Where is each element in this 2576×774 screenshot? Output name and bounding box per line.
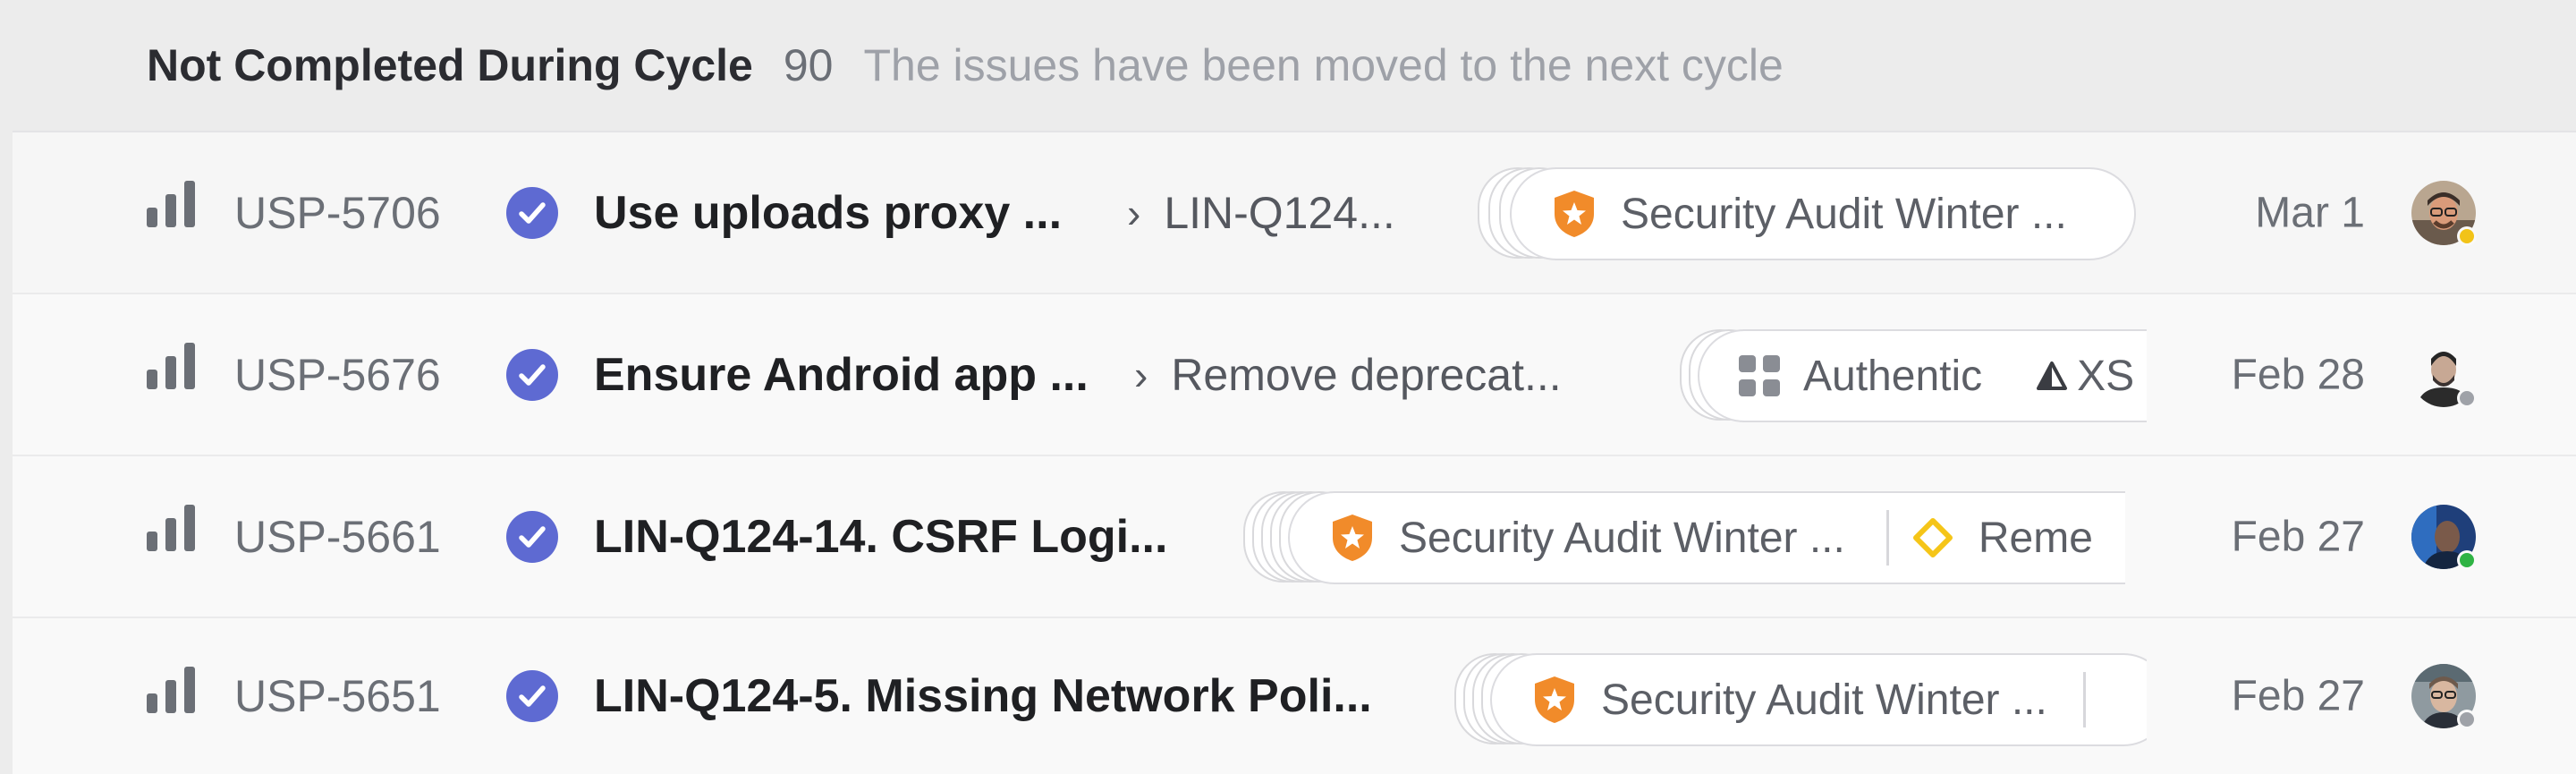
issue-id: USP-5661 — [234, 511, 441, 562]
priority-icon[interactable] — [147, 667, 199, 713]
milestone-name: Reme — [1978, 514, 2093, 562]
labels-group: Security Audit Winter ... — [1462, 167, 2141, 260]
triangle-icon — [2037, 361, 2068, 390]
chip-divider — [2082, 672, 2086, 727]
avatar[interactable] — [2410, 179, 2478, 247]
estimate-label[interactable]: XS — [2036, 352, 2134, 401]
project-name: Security Audit Winter ... — [1399, 514, 1845, 562]
grid-icon — [1739, 355, 1780, 396]
labels-group: Security Audit Winter ... Reme — [1231, 491, 2125, 584]
issue-row[interactable]: USP-5676 Ensure Android app ... › Remove… — [13, 294, 2576, 456]
parent-issue[interactable]: › LIN-Q124... — [1127, 187, 1395, 239]
group-description: The issues have been moved to the next c… — [863, 40, 1784, 90]
priority-icon[interactable] — [147, 505, 199, 551]
priority-icon[interactable] — [147, 181, 199, 227]
estimate-text: XS — [2077, 352, 2135, 400]
chip-divider — [1885, 510, 1889, 566]
issue-row[interactable]: USP-5651 LIN-Q124-5. Missing Network Pol… — [13, 618, 2576, 774]
labels-group: Authentic XS — [1664, 329, 2147, 422]
issue-id: USP-5651 — [234, 671, 441, 721]
shield-star-icon — [1555, 191, 1594, 237]
shield-star-icon — [1535, 676, 1574, 723]
issue-title[interactable]: Ensure Android app ... — [594, 348, 1089, 402]
milestone-label[interactable]: Reme — [1912, 514, 2093, 563]
issue-id: USP-5706 — [234, 187, 441, 238]
parent-issue-title: Remove deprecat... — [1171, 349, 1562, 400]
issue-title[interactable]: LIN-Q124-5. Missing Network Poli... — [594, 669, 1372, 723]
diamond-icon — [1912, 518, 1953, 557]
project-chip[interactable]: Security Audit Winter ... — [1510, 167, 2136, 260]
group-header[interactable]: Not Completed During Cycle 90 The issues… — [13, 0, 2576, 132]
project-chip[interactable]: Security Audit Winter ... Reme — [1288, 491, 2125, 584]
priority-icon[interactable] — [147, 343, 199, 389]
due-date: Mar 1 — [2255, 189, 2365, 236]
project-chip[interactable]: Security Audit Winter ... — [1490, 653, 2147, 746]
status-done-icon[interactable] — [506, 510, 558, 563]
status-done-icon[interactable] — [506, 670, 558, 722]
issue-row[interactable]: USP-5661 LIN-Q124-14. CSRF Logi... Secur… — [13, 456, 2576, 618]
issue-title[interactable]: LIN-Q124-14. CSRF Logi... — [594, 510, 1167, 564]
chevron-right-icon: › — [1127, 189, 1141, 236]
project-name: Security Audit Winter ... — [1621, 190, 2067, 238]
group-title: Not Completed During Cycle — [147, 40, 753, 90]
project-name: Authentic — [1803, 352, 1983, 400]
parent-issue[interactable]: › Remove deprecat... — [1134, 349, 1562, 401]
chevron-right-icon: › — [1134, 351, 1148, 398]
project-name: Security Audit Winter ... — [1601, 676, 2047, 724]
issue-id: USP-5676 — [234, 349, 441, 400]
status-done-icon[interactable] — [506, 186, 558, 239]
shield-star-icon — [1333, 515, 1372, 561]
due-date: Feb 27 — [2231, 513, 2365, 560]
group-count: 90 — [783, 40, 834, 90]
parent-issue-title: LIN-Q124... — [1164, 187, 1395, 238]
due-date: Feb 27 — [2231, 672, 2365, 720]
issue-title[interactable]: Use uploads proxy ... — [594, 186, 1062, 240]
left-border — [0, 0, 13, 774]
project-chip[interactable]: Authentic XS — [1698, 329, 2147, 422]
status-done-icon[interactable] — [506, 348, 558, 401]
labels-group: Security Audit Winter ... — [1442, 653, 2147, 746]
issue-row[interactable]: USP-5706 Use uploads proxy ... › LIN-Q12… — [13, 132, 2576, 294]
due-date: Feb 28 — [2231, 351, 2365, 398]
avatar[interactable] — [2410, 341, 2478, 409]
avatar[interactable] — [2410, 662, 2478, 730]
avatar[interactable] — [2410, 503, 2478, 571]
